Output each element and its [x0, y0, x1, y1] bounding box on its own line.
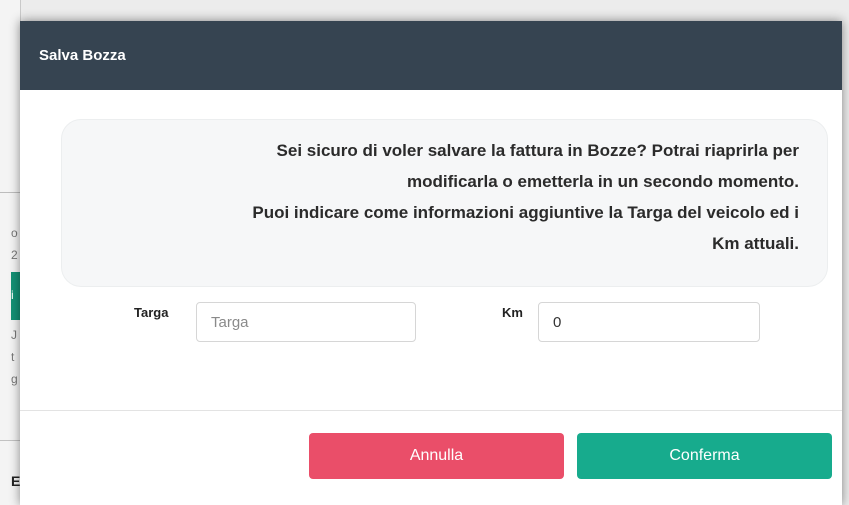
dialog-header: Salva Bozza	[20, 21, 842, 90]
confirm-button[interactable]: Conferma	[577, 433, 832, 479]
background-text-fragment: 2	[11, 248, 18, 262]
info-message-box: Sei sicuro di voler salvare la fattura i…	[61, 119, 828, 287]
background-divider	[0, 192, 20, 193]
info-message-line: Puoi indicare come informazioni aggiunti…	[252, 203, 799, 222]
background-text-fragment: i	[11, 288, 14, 302]
info-message-line: Sei sicuro di voler salvare la fattura i…	[276, 141, 799, 160]
background-divider	[0, 440, 20, 441]
dialog-title: Salva Bozza	[39, 47, 126, 64]
footer-divider	[20, 410, 842, 411]
targa-input[interactable]	[196, 302, 416, 342]
targa-label: Targa	[134, 305, 169, 320]
background-text-fragment: g	[11, 372, 18, 386]
save-draft-dialog: Salva Bozza Sei sicuro di voler salvare …	[20, 21, 842, 505]
background-text-fragment: J	[11, 328, 17, 342]
background-text-fragment: o	[11, 226, 18, 240]
cancel-button[interactable]: Annulla	[309, 433, 564, 479]
km-label: Km	[502, 305, 523, 320]
info-message-line: modificarla o emetterla in un secondo mo…	[406, 172, 799, 191]
background-text-fragment: E	[11, 473, 21, 489]
background-text-fragment: t	[11, 350, 15, 364]
km-input[interactable]	[538, 302, 760, 342]
info-message-line: Km attuali.	[712, 234, 799, 253]
